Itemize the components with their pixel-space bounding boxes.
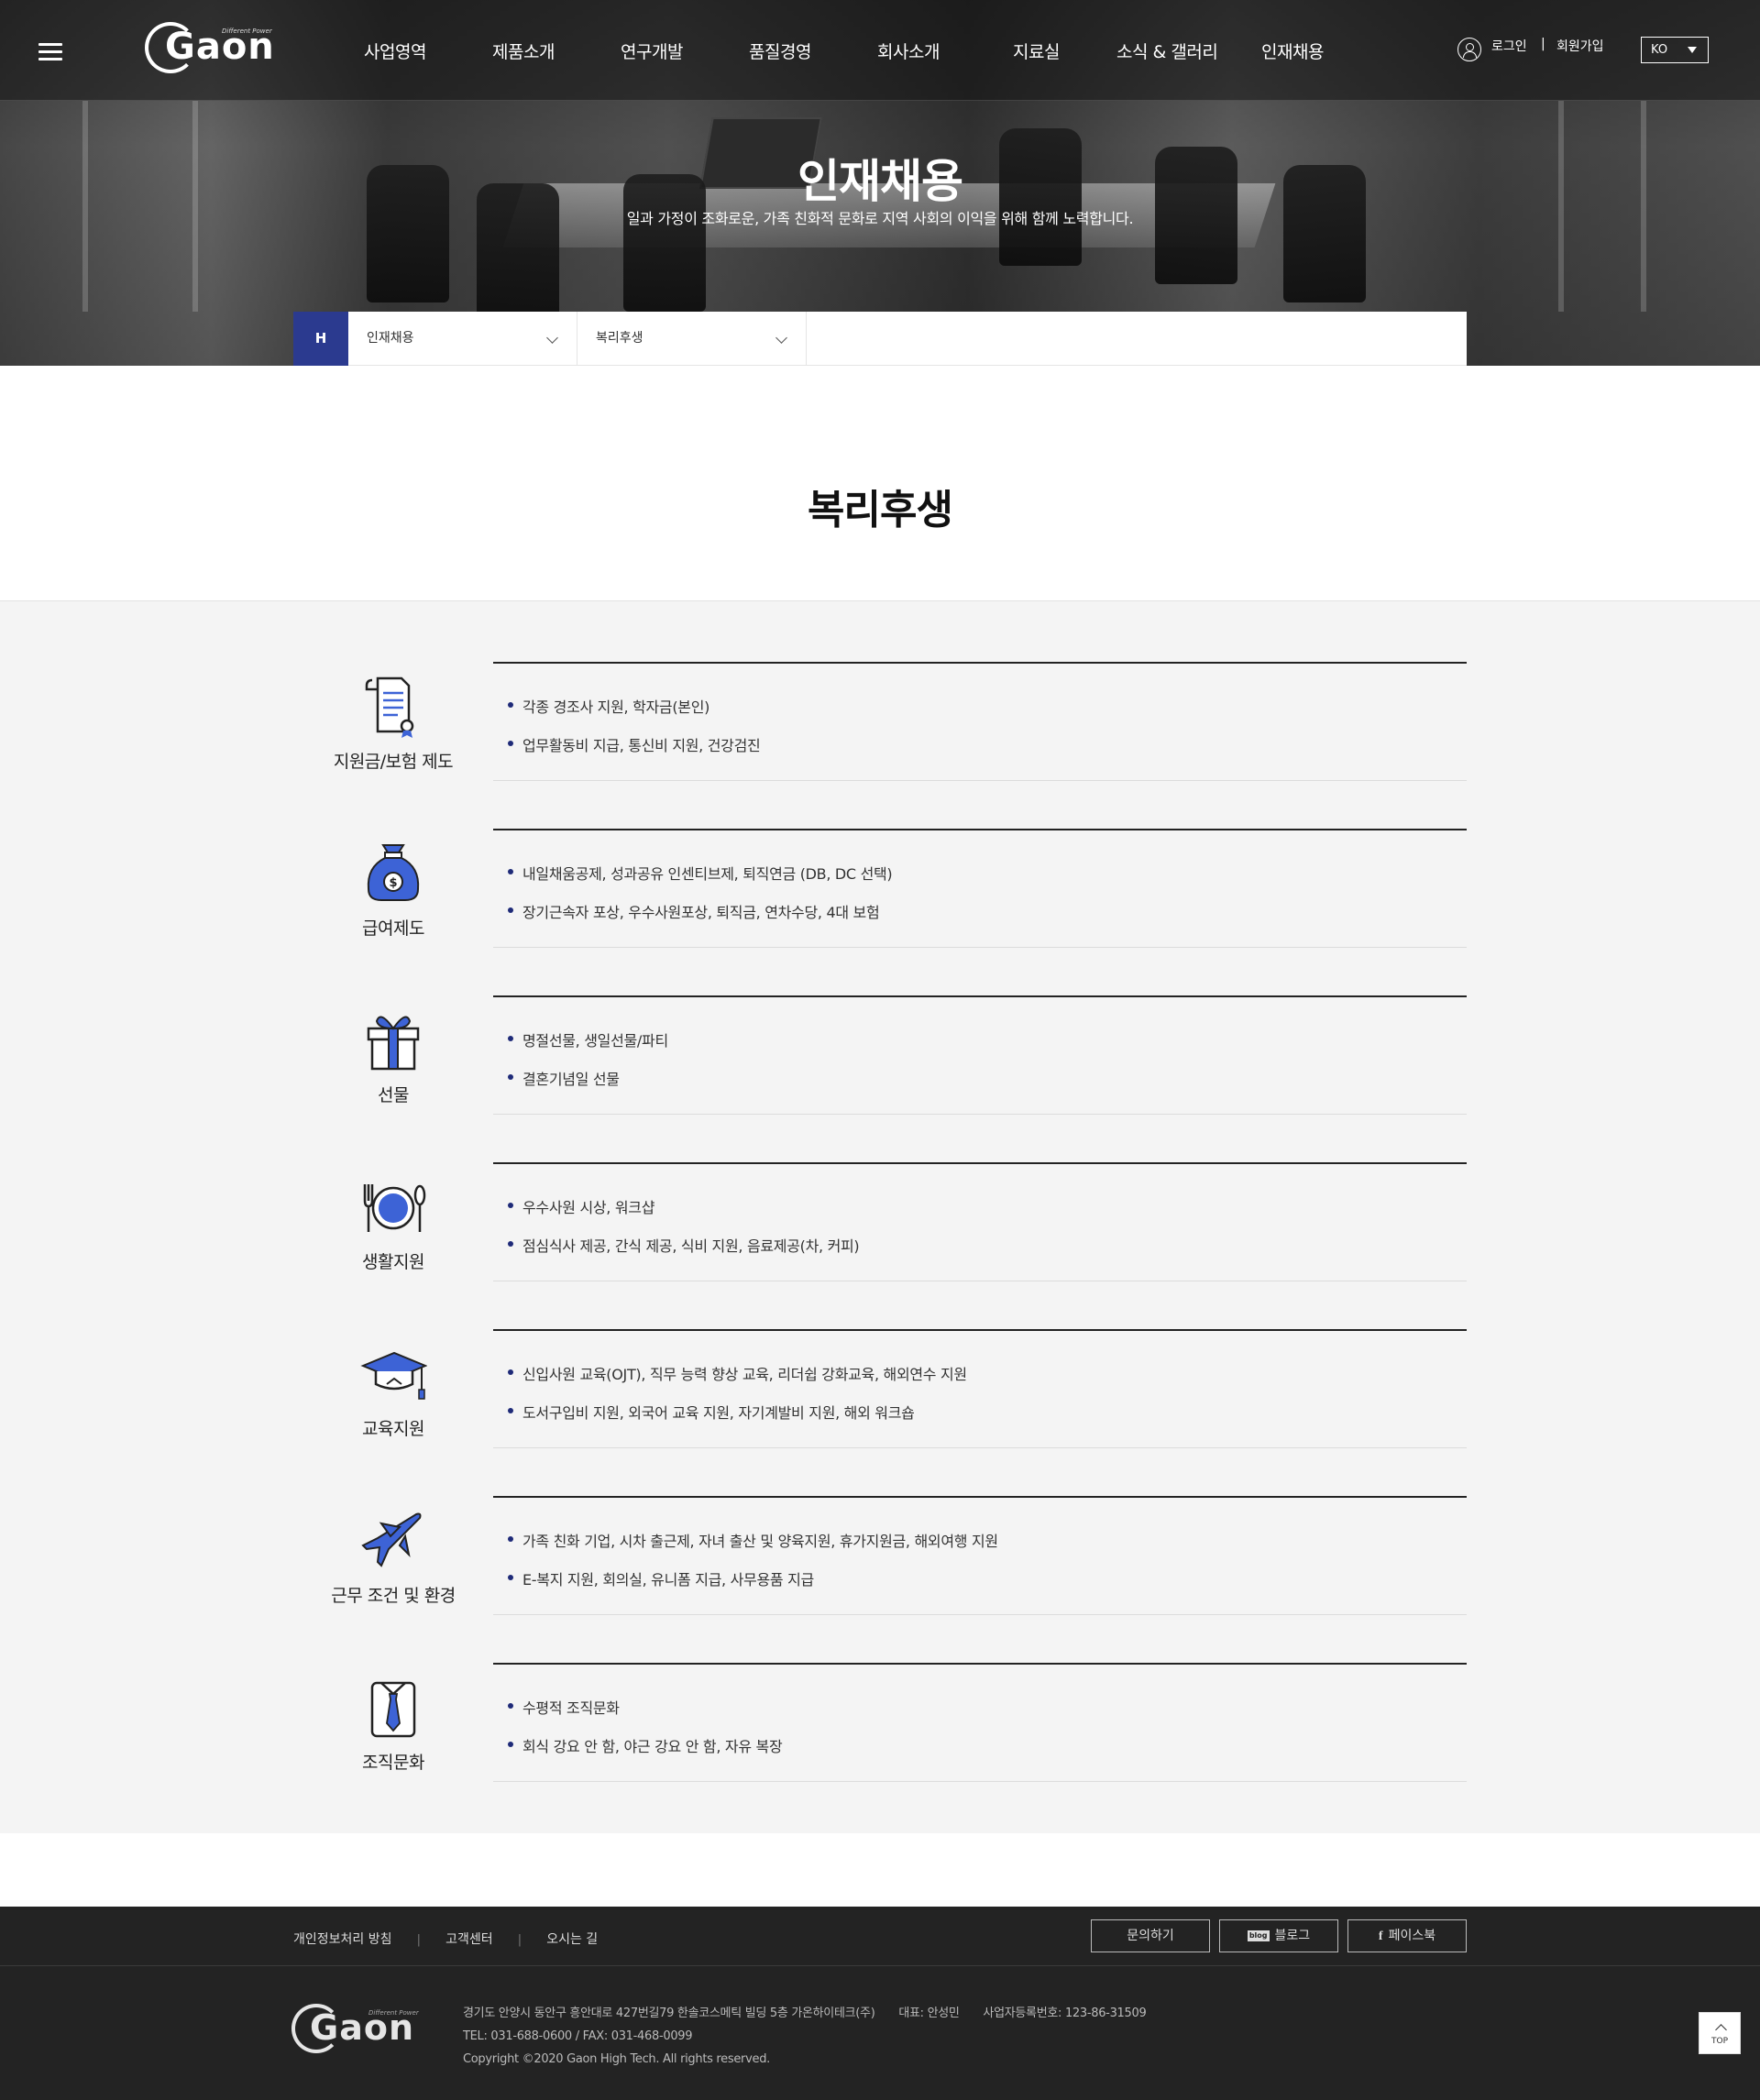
chevron-down-icon bbox=[546, 332, 558, 344]
benefit-item: 결혼기념일 선물 bbox=[508, 1067, 1467, 1105]
breadcrumb-level2-select[interactable]: 복리후생 bbox=[578, 312, 807, 366]
benefit-item: 점심식사 제공, 간식 제공, 식비 지원, 음료제공(차, 커피) bbox=[508, 1234, 1467, 1272]
footer-link-directions[interactable]: 오시는 길 bbox=[546, 1932, 598, 1947]
graduation-cap-icon bbox=[360, 1351, 427, 1400]
nav-item-company[interactable]: 회사소개 bbox=[877, 38, 940, 63]
nav-item-rnd[interactable]: 연구개발 bbox=[621, 38, 683, 63]
chevron-down-icon bbox=[776, 332, 787, 344]
benefit-item: 수평적 조직문화 bbox=[508, 1696, 1467, 1734]
footer-company-info: 경기도 안양시 동안구 흥안대로 427번길79 한솔코스메틱 빌딩 5층 가온… bbox=[463, 2002, 1147, 2071]
footer-copyright: Copyright ©2020 Gaon High Tech. All righ… bbox=[463, 2052, 770, 2066]
blog-icon: blog bbox=[1247, 1930, 1270, 1941]
signup-link[interactable]: 회원가입 bbox=[1556, 37, 1604, 55]
footer-logo-tagline: Different Power bbox=[368, 2009, 419, 2017]
footer-separator: | bbox=[416, 1933, 421, 1947]
benefit-item: 업무활동비 지급, 통신비 지원, 건강검진 bbox=[508, 733, 1467, 772]
facebook-label: 페이스북 bbox=[1388, 1929, 1436, 1943]
dining-plate-icon bbox=[363, 1184, 426, 1232]
benefit-row: 생활지원 우수사원 시상, 워크샵 점심식사 제공, 간식 제공, 식비 지원,… bbox=[293, 1162, 1467, 1287]
benefit-item: 장기근속자 포상, 우수사원포상, 퇴직금, 연차수당, 4대 보험 bbox=[508, 900, 1467, 939]
hero-subtitle: 일과 가정이 조화로운, 가족 친화적 문화로 지역 사회의 이익을 위해 함께… bbox=[626, 210, 1134, 227]
blog-button[interactable]: blog 블로그 bbox=[1219, 1919, 1338, 1952]
benefit-item: 우수사원 시상, 워크샵 bbox=[508, 1195, 1467, 1234]
breadcrumb-level2-label: 복리후생 bbox=[596, 331, 644, 346]
nav-item-business[interactable]: 사업영역 bbox=[364, 38, 426, 63]
footer-separator: | bbox=[517, 1933, 522, 1947]
facebook-button[interactable]: f 페이스북 bbox=[1348, 1919, 1467, 1952]
benefit-category: 생활지원 bbox=[362, 1252, 424, 1272]
benefit-item: 명절선물, 생일선물/파티 bbox=[508, 1028, 1467, 1067]
breadcrumb-home-button[interactable]: H bbox=[293, 312, 348, 366]
util-separator: | bbox=[1541, 37, 1546, 51]
nav-item-recruit[interactable]: 인재채용 bbox=[1261, 38, 1324, 63]
footer-link-support[interactable]: 고객센터 bbox=[446, 1932, 493, 1947]
benefit-category: 급여제도 bbox=[362, 918, 424, 939]
language-select[interactable]: KO bbox=[1641, 37, 1709, 63]
breadcrumb: H 인재채용 복리후생 bbox=[293, 312, 1467, 366]
footer-contact: TEL: 031-688-0600 / FAX: 031-468-0099 bbox=[463, 2029, 693, 2043]
nav-item-products[interactable]: 제품소개 bbox=[492, 38, 555, 63]
document-certificate-icon bbox=[365, 676, 414, 738]
benefit-item: 가족 친화 기업, 시차 출근제, 자녀 출산 및 양육지원, 휴가지원금, 해… bbox=[508, 1529, 1467, 1567]
benefit-category: 선물 bbox=[378, 1085, 409, 1105]
benefit-category: 근무 조건 및 환경 bbox=[331, 1586, 456, 1606]
footer-biz-number: 사업자등록번호: 123-86-31509 bbox=[983, 2007, 1147, 2020]
breadcrumb-level1-label: 인재채용 bbox=[367, 331, 414, 346]
benefit-row: 조직문화 수평적 조직문화 회식 강요 안 함, 야근 강요 안 함, 자유 복… bbox=[293, 1663, 1467, 1787]
facebook-icon: f bbox=[1378, 1930, 1383, 1943]
benefit-row: 교육지원 신입사원 교육(OJT), 직무 능력 향상 교육, 리더쉽 강화교육… bbox=[293, 1329, 1467, 1454]
gift-box-icon bbox=[367, 1016, 420, 1071]
inquiry-button[interactable]: 문의하기 bbox=[1091, 1919, 1210, 1952]
blog-label: 블로그 bbox=[1274, 1929, 1311, 1943]
benefit-row: 근무 조건 및 환경 가족 친화 기업, 시차 출근제, 자녀 출산 및 양육지… bbox=[293, 1496, 1467, 1621]
benefit-item: 각종 경조사 지원, 학자금(본인) bbox=[508, 695, 1467, 733]
footer-ceo: 대표: 안성민 bbox=[898, 2007, 960, 2020]
benefit-item: E-복지 지원, 회의실, 유니폼 지급, 사무용품 지급 bbox=[508, 1567, 1467, 1606]
benefit-category: 지원금/보험 제도 bbox=[333, 752, 454, 772]
benefit-item: 회식 강요 안 함, 야근 강요 안 함, 자유 복장 bbox=[508, 1734, 1467, 1773]
footer-logo: Gaon Different Power bbox=[292, 1998, 420, 2062]
nav-item-news-gallery[interactable]: 소식 & 갤러리 bbox=[1116, 38, 1218, 63]
site-footer: 개인정보처리 방침 | 고객센터 | 오시는 길 문의하기 blog 블로그 f페… bbox=[0, 1907, 1760, 2100]
money-bag-icon: $ bbox=[367, 844, 420, 901]
breadcrumb-level1-select[interactable]: 인재채용 bbox=[348, 312, 578, 366]
caret-down-icon bbox=[1688, 47, 1697, 53]
language-value: KO bbox=[1651, 43, 1668, 57]
page-title: 복리후생 bbox=[808, 487, 953, 533]
shirt-tie-icon bbox=[370, 1681, 416, 1738]
footer-links: 개인정보처리 방침 | 고객센터 | 오시는 길 bbox=[293, 1930, 618, 1957]
benefit-row: 지원금/보험 제도 각종 경조사 지원, 학자금(본인) 업무활동비 지급, 통… bbox=[293, 662, 1467, 786]
login-link[interactable]: 로그인 bbox=[1491, 37, 1527, 55]
footer-address: 경기도 안양시 동안구 흥안대로 427번길79 한솔코스메틱 빌딩 5층 가온… bbox=[463, 2007, 875, 2020]
nav-item-resources[interactable]: 지료실 bbox=[1013, 38, 1060, 63]
hero-title: 인재채용 bbox=[798, 155, 963, 208]
scroll-top-button[interactable]: TOP bbox=[1699, 2012, 1741, 2054]
benefit-item: 도서구입비 지원, 외국어 교육 지원, 자기계발비 지원, 해외 워크숍 bbox=[508, 1401, 1467, 1439]
benefit-item: 내일채움공제, 성과공유 인센티브제, 퇴직연금 (DB, DC 선택) bbox=[508, 862, 1467, 900]
benefit-category: 조직문화 bbox=[362, 1753, 424, 1773]
footer-link-privacy[interactable]: 개인정보처리 방침 bbox=[293, 1932, 392, 1947]
top-navigation-bar: Gaon Different Power 사업영역 제품소개 연구개발 품질경영… bbox=[0, 0, 1760, 101]
benefits-section: 지원금/보험 제도 각종 경조사 지원, 학자금(본인) 업무활동비 지급, 통… bbox=[0, 601, 1760, 1833]
footer-divider bbox=[0, 1965, 1760, 1966]
benefit-row: $ 급여제도 내일채움공제, 성과공유 인센티브제, 퇴직연금 (DB, DC … bbox=[293, 829, 1467, 953]
hero-banner: Gaon Different Power 사업영역 제품소개 연구개발 품질경영… bbox=[0, 0, 1760, 366]
airplane-icon bbox=[361, 1512, 422, 1567]
benefit-row: 선물 명절선물, 생일선물/파티 결혼기념일 선물 bbox=[293, 995, 1467, 1120]
logo-tagline: Different Power bbox=[222, 27, 272, 35]
benefit-item: 신입사원 교육(OJT), 직무 능력 향상 교육, 리더쉽 강화교육, 해외연… bbox=[508, 1362, 1467, 1401]
nav-item-quality[interactable]: 품질경영 bbox=[749, 38, 811, 63]
svg-text:$: $ bbox=[389, 876, 397, 890]
benefit-category: 교육지원 bbox=[362, 1419, 424, 1439]
user-icon[interactable] bbox=[1458, 38, 1481, 61]
